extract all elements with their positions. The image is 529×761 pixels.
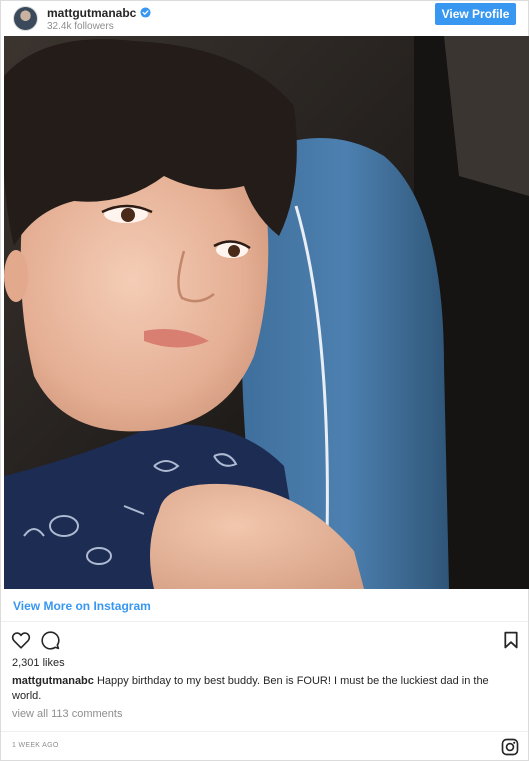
follower-count: 32.4k followers <box>47 20 114 32</box>
like-count[interactable]: 2,301 likes <box>12 657 65 669</box>
divider <box>1 731 528 732</box>
action-bar <box>11 629 521 651</box>
view-profile-button[interactable]: View Profile <box>435 3 516 25</box>
post-photo[interactable] <box>4 36 529 589</box>
comment-bubble-icon[interactable] <box>41 631 60 650</box>
avatar[interactable] <box>13 6 38 31</box>
user-block: mattgutmanabc 32.4k followers <box>47 6 151 32</box>
username[interactable]: mattgutmanabc <box>47 6 136 20</box>
view-all-comments-link[interactable]: view all 113 comments <box>12 708 122 720</box>
caption: mattgutmanabc Happy birthday to my best … <box>12 674 512 704</box>
view-more-on-instagram-link[interactable]: View More on Instagram <box>13 599 151 613</box>
heart-icon[interactable] <box>11 631 31 649</box>
post-timestamp[interactable]: 1 WEEK AGO <box>12 742 59 749</box>
bookmark-icon[interactable] <box>504 631 518 649</box>
divider <box>1 621 528 622</box>
instagram-logo-icon[interactable] <box>501 738 519 756</box>
caption-username[interactable]: mattgutmanabc <box>12 675 94 687</box>
instagram-embed-card: mattgutmanabc 32.4k followers View Profi… <box>0 0 529 761</box>
photo-illustration <box>4 36 529 589</box>
verified-badge-icon <box>140 7 151 18</box>
username-row: mattgutmanabc <box>47 6 151 20</box>
post-header: mattgutmanabc 32.4k followers View Profi… <box>1 1 528 36</box>
